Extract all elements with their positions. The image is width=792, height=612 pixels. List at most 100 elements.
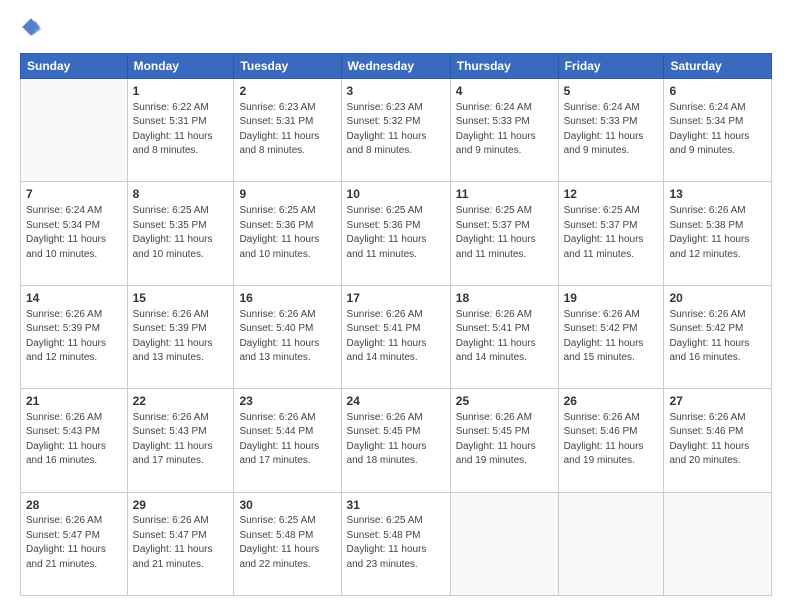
calendar-cell: 14Sunrise: 6:26 AMSunset: 5:39 PMDayligh… <box>21 285 128 388</box>
weekday-header-wednesday: Wednesday <box>341 54 450 79</box>
cell-info: Sunrise: 6:26 AMSunset: 5:44 PMDaylight:… <box>239 411 335 469</box>
cell-info: Sunrise: 6:25 AMSunset: 5:48 PMDaylight:… <box>347 514 445 572</box>
day-number: 30 <box>239 497 335 514</box>
calendar-cell: 12Sunrise: 6:25 AMSunset: 5:37 PMDayligh… <box>558 182 664 285</box>
weekday-header-saturday: Saturday <box>664 54 772 79</box>
calendar-cell: 16Sunrise: 6:26 AMSunset: 5:40 PMDayligh… <box>234 285 341 388</box>
calendar-cell <box>664 492 772 595</box>
calendar-body: 1Sunrise: 6:22 AMSunset: 5:31 PMDaylight… <box>21 79 772 596</box>
cell-info: Sunrise: 6:26 AMSunset: 5:41 PMDaylight:… <box>456 308 553 366</box>
cell-info: Sunrise: 6:26 AMSunset: 5:42 PMDaylight:… <box>564 308 659 366</box>
weekday-header-tuesday: Tuesday <box>234 54 341 79</box>
calendar-cell <box>450 492 558 595</box>
day-number: 13 <box>669 186 766 203</box>
calendar-cell <box>21 79 128 182</box>
cell-info: Sunrise: 6:26 AMSunset: 5:45 PMDaylight:… <box>347 411 445 469</box>
day-number: 6 <box>669 83 766 100</box>
cell-info: Sunrise: 6:26 AMSunset: 5:41 PMDaylight:… <box>347 308 445 366</box>
calendar-week-5: 28Sunrise: 6:26 AMSunset: 5:47 PMDayligh… <box>21 492 772 595</box>
calendar-cell: 20Sunrise: 6:26 AMSunset: 5:42 PMDayligh… <box>664 285 772 388</box>
day-number: 3 <box>347 83 445 100</box>
day-number: 11 <box>456 186 553 203</box>
calendar-cell: 13Sunrise: 6:26 AMSunset: 5:38 PMDayligh… <box>664 182 772 285</box>
cell-info: Sunrise: 6:26 AMSunset: 5:43 PMDaylight:… <box>26 411 122 469</box>
calendar-cell: 17Sunrise: 6:26 AMSunset: 5:41 PMDayligh… <box>341 285 450 388</box>
calendar-cell: 5Sunrise: 6:24 AMSunset: 5:33 PMDaylight… <box>558 79 664 182</box>
day-number: 9 <box>239 186 335 203</box>
weekday-header-sunday: Sunday <box>21 54 128 79</box>
day-number: 1 <box>133 83 229 100</box>
cell-info: Sunrise: 6:22 AMSunset: 5:31 PMDaylight:… <box>133 101 229 159</box>
cell-info: Sunrise: 6:26 AMSunset: 5:42 PMDaylight:… <box>669 308 766 366</box>
calendar-cell <box>558 492 664 595</box>
day-number: 29 <box>133 497 229 514</box>
day-number: 27 <box>669 393 766 410</box>
day-number: 31 <box>347 497 445 514</box>
day-number: 23 <box>239 393 335 410</box>
calendar-cell: 19Sunrise: 6:26 AMSunset: 5:42 PMDayligh… <box>558 285 664 388</box>
calendar-cell: 11Sunrise: 6:25 AMSunset: 5:37 PMDayligh… <box>450 182 558 285</box>
day-number: 25 <box>456 393 553 410</box>
cell-info: Sunrise: 6:25 AMSunset: 5:36 PMDaylight:… <box>239 204 335 262</box>
page: SundayMondayTuesdayWednesdayThursdayFrid… <box>0 0 792 612</box>
logo-icon <box>20 16 42 38</box>
calendar-cell: 15Sunrise: 6:26 AMSunset: 5:39 PMDayligh… <box>127 285 234 388</box>
cell-info: Sunrise: 6:26 AMSunset: 5:40 PMDaylight:… <box>239 308 335 366</box>
calendar-week-4: 21Sunrise: 6:26 AMSunset: 5:43 PMDayligh… <box>21 389 772 492</box>
day-number: 12 <box>564 186 659 203</box>
day-number: 22 <box>133 393 229 410</box>
weekday-header-monday: Monday <box>127 54 234 79</box>
logo <box>20 16 46 43</box>
calendar-cell: 29Sunrise: 6:26 AMSunset: 5:47 PMDayligh… <box>127 492 234 595</box>
day-number: 16 <box>239 290 335 307</box>
day-number: 19 <box>564 290 659 307</box>
cell-info: Sunrise: 6:26 AMSunset: 5:38 PMDaylight:… <box>669 204 766 262</box>
cell-info: Sunrise: 6:26 AMSunset: 5:46 PMDaylight:… <box>669 411 766 469</box>
day-number: 20 <box>669 290 766 307</box>
calendar-cell: 30Sunrise: 6:25 AMSunset: 5:48 PMDayligh… <box>234 492 341 595</box>
cell-info: Sunrise: 6:26 AMSunset: 5:39 PMDaylight:… <box>133 308 229 366</box>
day-number: 15 <box>133 290 229 307</box>
cell-info: Sunrise: 6:25 AMSunset: 5:37 PMDaylight:… <box>456 204 553 262</box>
calendar-cell: 1Sunrise: 6:22 AMSunset: 5:31 PMDaylight… <box>127 79 234 182</box>
cell-info: Sunrise: 6:26 AMSunset: 5:39 PMDaylight:… <box>26 308 122 366</box>
weekday-header-thursday: Thursday <box>450 54 558 79</box>
calendar-cell: 3Sunrise: 6:23 AMSunset: 5:32 PMDaylight… <box>341 79 450 182</box>
calendar-cell: 2Sunrise: 6:23 AMSunset: 5:31 PMDaylight… <box>234 79 341 182</box>
calendar-cell: 23Sunrise: 6:26 AMSunset: 5:44 PMDayligh… <box>234 389 341 492</box>
weekday-row: SundayMondayTuesdayWednesdayThursdayFrid… <box>21 54 772 79</box>
day-number: 7 <box>26 186 122 203</box>
day-number: 5 <box>564 83 659 100</box>
cell-info: Sunrise: 6:25 AMSunset: 5:37 PMDaylight:… <box>564 204 659 262</box>
cell-info: Sunrise: 6:24 AMSunset: 5:33 PMDaylight:… <box>564 101 659 159</box>
cell-info: Sunrise: 6:24 AMSunset: 5:34 PMDaylight:… <box>26 204 122 262</box>
cell-info: Sunrise: 6:26 AMSunset: 5:45 PMDaylight:… <box>456 411 553 469</box>
cell-info: Sunrise: 6:25 AMSunset: 5:35 PMDaylight:… <box>133 204 229 262</box>
day-number: 10 <box>347 186 445 203</box>
calendar-cell: 18Sunrise: 6:26 AMSunset: 5:41 PMDayligh… <box>450 285 558 388</box>
cell-info: Sunrise: 6:25 AMSunset: 5:48 PMDaylight:… <box>239 514 335 572</box>
cell-info: Sunrise: 6:24 AMSunset: 5:33 PMDaylight:… <box>456 101 553 159</box>
calendar-cell: 31Sunrise: 6:25 AMSunset: 5:48 PMDayligh… <box>341 492 450 595</box>
calendar-cell: 28Sunrise: 6:26 AMSunset: 5:47 PMDayligh… <box>21 492 128 595</box>
calendar-cell: 25Sunrise: 6:26 AMSunset: 5:45 PMDayligh… <box>450 389 558 492</box>
calendar-cell: 27Sunrise: 6:26 AMSunset: 5:46 PMDayligh… <box>664 389 772 492</box>
day-number: 24 <box>347 393 445 410</box>
calendar-week-1: 1Sunrise: 6:22 AMSunset: 5:31 PMDaylight… <box>21 79 772 182</box>
cell-info: Sunrise: 6:26 AMSunset: 5:47 PMDaylight:… <box>26 514 122 572</box>
day-number: 21 <box>26 393 122 410</box>
calendar-week-3: 14Sunrise: 6:26 AMSunset: 5:39 PMDayligh… <box>21 285 772 388</box>
day-number: 17 <box>347 290 445 307</box>
calendar-cell: 7Sunrise: 6:24 AMSunset: 5:34 PMDaylight… <box>21 182 128 285</box>
calendar-cell: 10Sunrise: 6:25 AMSunset: 5:36 PMDayligh… <box>341 182 450 285</box>
header <box>20 16 772 43</box>
cell-info: Sunrise: 6:23 AMSunset: 5:32 PMDaylight:… <box>347 101 445 159</box>
weekday-header-friday: Friday <box>558 54 664 79</box>
cell-info: Sunrise: 6:24 AMSunset: 5:34 PMDaylight:… <box>669 101 766 159</box>
calendar-week-2: 7Sunrise: 6:24 AMSunset: 5:34 PMDaylight… <box>21 182 772 285</box>
day-number: 4 <box>456 83 553 100</box>
calendar-cell: 22Sunrise: 6:26 AMSunset: 5:43 PMDayligh… <box>127 389 234 492</box>
cell-info: Sunrise: 6:26 AMSunset: 5:43 PMDaylight:… <box>133 411 229 469</box>
calendar-cell: 9Sunrise: 6:25 AMSunset: 5:36 PMDaylight… <box>234 182 341 285</box>
calendar-cell: 4Sunrise: 6:24 AMSunset: 5:33 PMDaylight… <box>450 79 558 182</box>
